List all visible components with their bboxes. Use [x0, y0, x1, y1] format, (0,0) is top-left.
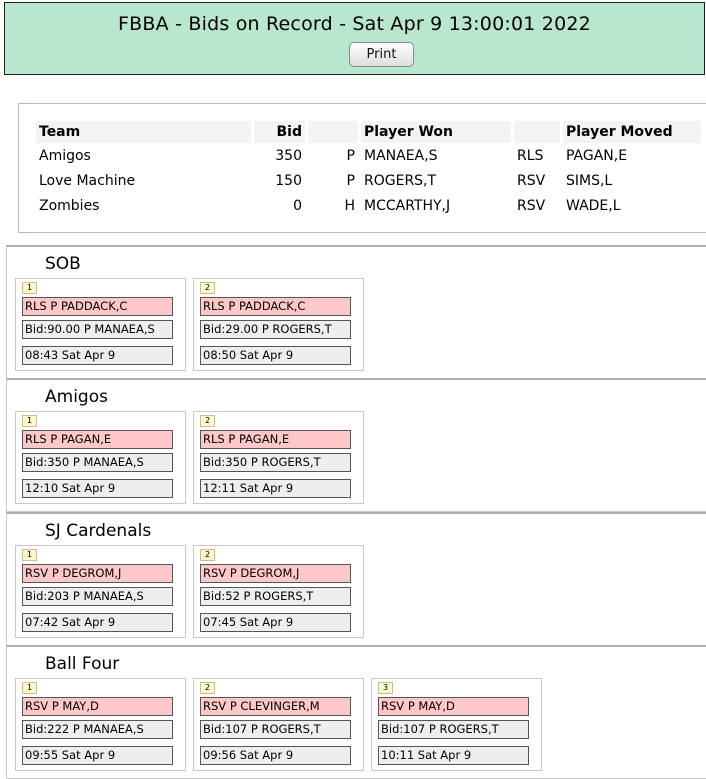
- bid-number-badge: 2: [200, 415, 215, 427]
- team-name: Ball Four: [45, 654, 120, 674]
- header-move-type: [514, 121, 560, 143]
- bid-number-badge: 1: [22, 682, 37, 694]
- table-header-row: Team Bid Player Won Player Moved: [36, 121, 701, 143]
- bids-summary-panel: Team Bid Player Won Player Moved Amigos …: [18, 103, 706, 233]
- table-row: Amigos 350 P MANAEA,S RLS PAGAN,E: [36, 143, 701, 168]
- bid-number-badge: 1: [22, 415, 37, 427]
- bid-card: 3 RSV P MAY,D Bid:107 P ROGERS,T 10:11 S…: [371, 678, 542, 771]
- table-row: Zombies 0 H MCCARTHY,J RSV WADE,L: [36, 193, 701, 218]
- cell-bid: 0: [293, 197, 302, 214]
- cell-team: Amigos: [39, 147, 91, 164]
- page-header: FBBA - Bids on Record - Sat Apr 9 13:00:…: [4, 2, 705, 75]
- bid-number-badge: 3: [378, 682, 393, 694]
- cell-move-type: RSV: [517, 197, 546, 214]
- cell-player-won: MCCARTHY,J: [364, 197, 451, 214]
- cell-position: P: [346, 172, 355, 189]
- team-section: Amigos 1 RLS P PAGAN,E Bid:350 P MANAEA,…: [6, 378, 706, 512]
- bid-card: 1 RSV P DEGROM,J Bid:203 P MANAEA,S 07:4…: [15, 545, 186, 638]
- header-team: Team: [36, 121, 251, 143]
- bid-number-badge: 2: [200, 282, 215, 294]
- bid-card: 2 RLS P PAGAN,E Bid:350 P ROGERS,T 12:11…: [193, 411, 364, 504]
- cell-position: H: [344, 197, 355, 214]
- bid-timestamp: 07:45 Sat Apr 9: [200, 613, 351, 632]
- bid-timestamp: 12:11 Sat Apr 9: [200, 479, 351, 498]
- bid-amount-line: Bid:107 P ROGERS,T: [200, 720, 351, 739]
- team-name: SOB: [45, 254, 81, 274]
- bid-move-line: RLS P PADDACK,C: [22, 297, 173, 316]
- bid-number-badge: 1: [22, 282, 37, 294]
- bid-card: 1 RLS P PADDACK,C Bid:90.00 P MANAEA,S 0…: [15, 278, 186, 371]
- bid-move-line: RLS P PAGAN,E: [200, 430, 351, 449]
- bid-move-line: RLS P PADDACK,C: [200, 297, 351, 316]
- cell-position: P: [346, 147, 355, 164]
- team-name: Amigos: [45, 387, 108, 407]
- team-section: SOB 1 RLS P PADDACK,C Bid:90.00 P MANAEA…: [6, 245, 706, 379]
- bid-timestamp: 09:56 Sat Apr 9: [200, 746, 351, 765]
- bid-card: 1 RLS P PAGAN,E Bid:350 P MANAEA,S 12:10…: [15, 411, 186, 504]
- team-section: SJ Cardenals 1 RSV P DEGROM,J Bid:203 P …: [6, 512, 706, 646]
- header-player-moved: Player Moved: [563, 121, 701, 143]
- header-player-won: Player Won: [361, 121, 511, 143]
- bid-number-badge: 2: [200, 682, 215, 694]
- bid-move-line: RSV P MAY,D: [378, 697, 529, 716]
- bid-timestamp: 09:55 Sat Apr 9: [22, 746, 173, 765]
- bid-move-line: RSV P MAY,D: [22, 697, 173, 716]
- header-position: [308, 121, 358, 143]
- bid-move-line: RSV P DEGROM,J: [200, 564, 351, 583]
- cell-bid: 150: [275, 172, 302, 189]
- cell-move-type: RLS: [517, 147, 544, 164]
- bid-timestamp: 07:42 Sat Apr 9: [22, 613, 173, 632]
- bid-timestamp: 08:43 Sat Apr 9: [22, 346, 173, 365]
- bid-timestamp: 10:11 Sat Apr 9: [378, 746, 529, 765]
- bid-card: 1 RSV P MAY,D Bid:222 P MANAEA,S 09:55 S…: [15, 678, 186, 771]
- table-row: Love Machine 150 P ROGERS,T RSV SIMS,L: [36, 168, 701, 193]
- team-name: SJ Cardenals: [45, 521, 152, 541]
- cell-player-moved: WADE,L: [566, 197, 621, 214]
- bid-amount-line: Bid:350 P MANAEA,S: [22, 453, 173, 472]
- bid-number-badge: 2: [200, 549, 215, 561]
- print-button[interactable]: Print: [349, 42, 414, 67]
- bid-move-line: RSV P DEGROM,J: [22, 564, 173, 583]
- bid-card: 2 RLS P PADDACK,C Bid:29.00 P ROGERS,T 0…: [193, 278, 364, 371]
- team-section: Ball Four 1 RSV P MAY,D Bid:222 P MANAEA…: [6, 645, 706, 779]
- bid-amount-line: Bid:29.00 P ROGERS,T: [200, 320, 351, 339]
- bid-amount-line: Bid:203 P MANAEA,S: [22, 587, 173, 606]
- cell-team: Zombies: [39, 197, 100, 214]
- cell-player-moved: PAGAN,E: [566, 147, 628, 164]
- cell-player-won: MANAEA,S: [364, 147, 438, 164]
- bid-number-badge: 1: [22, 549, 37, 561]
- bid-timestamp: 08:50 Sat Apr 9: [200, 346, 351, 365]
- bid-move-line: RLS P PAGAN,E: [22, 430, 173, 449]
- bid-amount-line: Bid:222 P MANAEA,S: [22, 720, 173, 739]
- bid-amount-line: Bid:90.00 P MANAEA,S: [22, 320, 173, 339]
- bid-card: 2 RSV P DEGROM,J Bid:52 P ROGERS,T 07:45…: [193, 545, 364, 638]
- bid-amount-line: Bid:350 P ROGERS,T: [200, 453, 351, 472]
- cell-player-moved: SIMS,L: [566, 172, 613, 189]
- cell-team: Love Machine: [39, 172, 136, 189]
- bids-summary-table: Team Bid Player Won Player Moved Amigos …: [33, 121, 704, 218]
- bid-move-line: RSV P CLEVINGER,M: [200, 697, 351, 716]
- bid-amount-line: Bid:107 P ROGERS,T: [378, 720, 529, 739]
- bid-amount-line: Bid:52 P ROGERS,T: [200, 587, 351, 606]
- cell-player-won: ROGERS,T: [364, 172, 437, 189]
- bid-card: 2 RSV P CLEVINGER,M Bid:107 P ROGERS,T 0…: [193, 678, 364, 771]
- header-bid: Bid: [254, 121, 305, 143]
- bid-timestamp: 12:10 Sat Apr 9: [22, 479, 173, 498]
- page-title: FBBA - Bids on Record - Sat Apr 9 13:00:…: [118, 13, 591, 35]
- cell-move-type: RSV: [517, 172, 546, 189]
- cell-bid: 350: [275, 147, 302, 164]
